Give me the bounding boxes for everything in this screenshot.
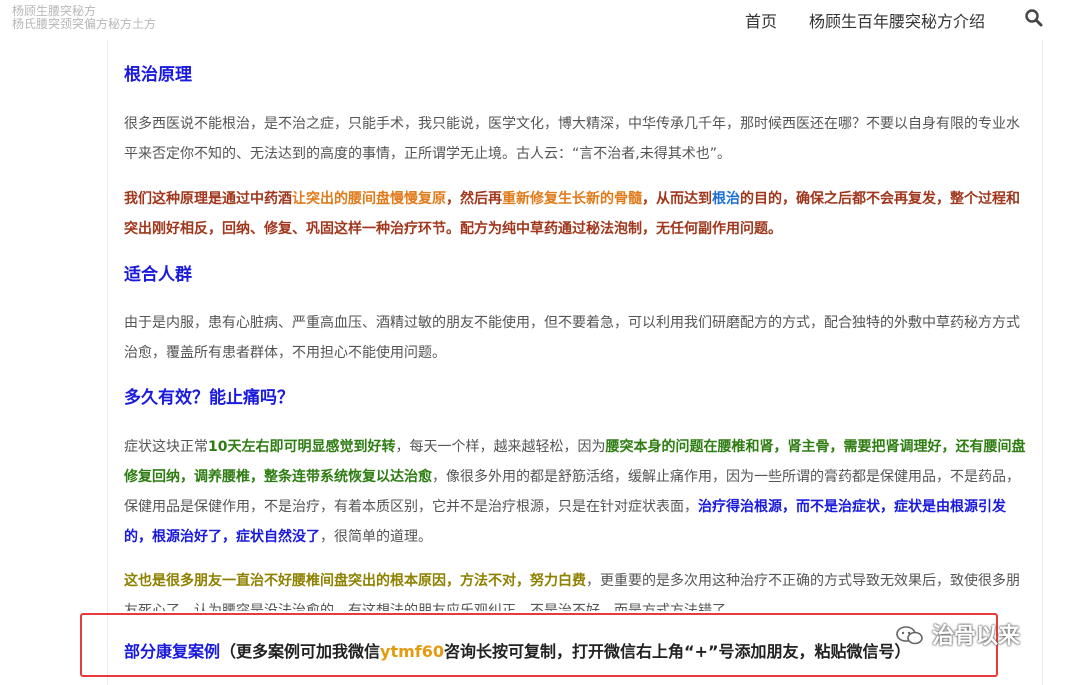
top-nav-bar: 杨顾生腰突秘方 杨氏腰突颈突偏方秘方土方 首页 杨顾生百年腰突秘方介绍 xyxy=(0,0,1080,40)
nav-home-link[interactable]: 首页 xyxy=(745,8,777,32)
nav-intro-link[interactable]: 杨顾生百年腰突秘方介绍 xyxy=(809,8,985,32)
wechat-id[interactable]: ytmf60 xyxy=(380,642,444,661)
cases-note-tail: 咨询长按可复制，打开微信右上角“+”号添加朋友，粘贴微信号） xyxy=(444,642,911,661)
effect-paragraph: 症状这块正常10天左右即可明显感觉到好转，每天一个样，越来越轻松，因为腰突本身的… xyxy=(124,432,1029,552)
text-segment: ，然后再 xyxy=(446,191,502,207)
text-segment: 根治 xyxy=(712,191,740,207)
suitable-paragraph: 由于是内服，患有心脏病、严重高血压、酒精过敏的朋友不能使用，但不要着急，可以利用… xyxy=(124,315,1020,361)
section-heading-effect: 多久有效？能止痛吗？ xyxy=(124,388,294,408)
text-segment: 让突出的腰间盘慢慢复原 xyxy=(292,191,446,207)
wechat-icon xyxy=(896,626,923,645)
text-segment: 10天左右即可明显感觉到好转 xyxy=(208,439,396,455)
section-heading-cases: 部分康复案例 xyxy=(124,642,221,661)
site-brand[interactable]: 杨顾生腰突秘方 杨氏腰突颈突偏方秘方土方 xyxy=(12,5,156,31)
principle-highlight-paragraph: 我们这种原理是通过中药酒让突出的腰间盘慢慢复原，然后再重新修复生长新的骨髓，从而… xyxy=(124,184,1029,244)
text-segment: 症状这块正常 xyxy=(124,439,208,455)
reason-paragraph: 这也是很多朋友一直治不好腰椎间盘突出的根本原因，方法不对，努力白费，更重要的是多… xyxy=(124,566,1029,611)
text-segment: ，每天一个样，越来越轻松，因为 xyxy=(395,439,606,455)
search-icon[interactable] xyxy=(1024,8,1044,28)
text-segment: 这也是很多朋友一直治不好腰椎间盘突出的根本原因，方法不对，努力白费 xyxy=(124,573,586,589)
text-segment: ，从而达到 xyxy=(642,191,712,207)
text-segment: ，很简单的道理。 xyxy=(320,529,432,545)
text-segment: 我们这种原理是通过中药酒 xyxy=(124,191,292,207)
brand-subtitle: 杨氏腰突颈突偏方秘方土方 xyxy=(12,17,157,31)
cases-heading-row: 部分康复案例（更多案例可加我微信ytmf60咨询长按可复制，打开微信右上角“+”… xyxy=(124,638,1029,662)
cases-note: （更多案例可加我微信 xyxy=(220,642,381,661)
watermark-text: 治骨以来 xyxy=(932,624,1021,649)
section-heading-suitable: 适合人群 xyxy=(124,265,192,285)
principle-paragraph: 很多西医说不能根治，是不治之症，只能手术，我只能说，医学文化，博大精深，中华传承… xyxy=(124,116,1020,162)
section-heading-principle: 根治原理 xyxy=(124,65,192,85)
text-segment: 重新修复生长新的骨髓 xyxy=(502,191,642,207)
